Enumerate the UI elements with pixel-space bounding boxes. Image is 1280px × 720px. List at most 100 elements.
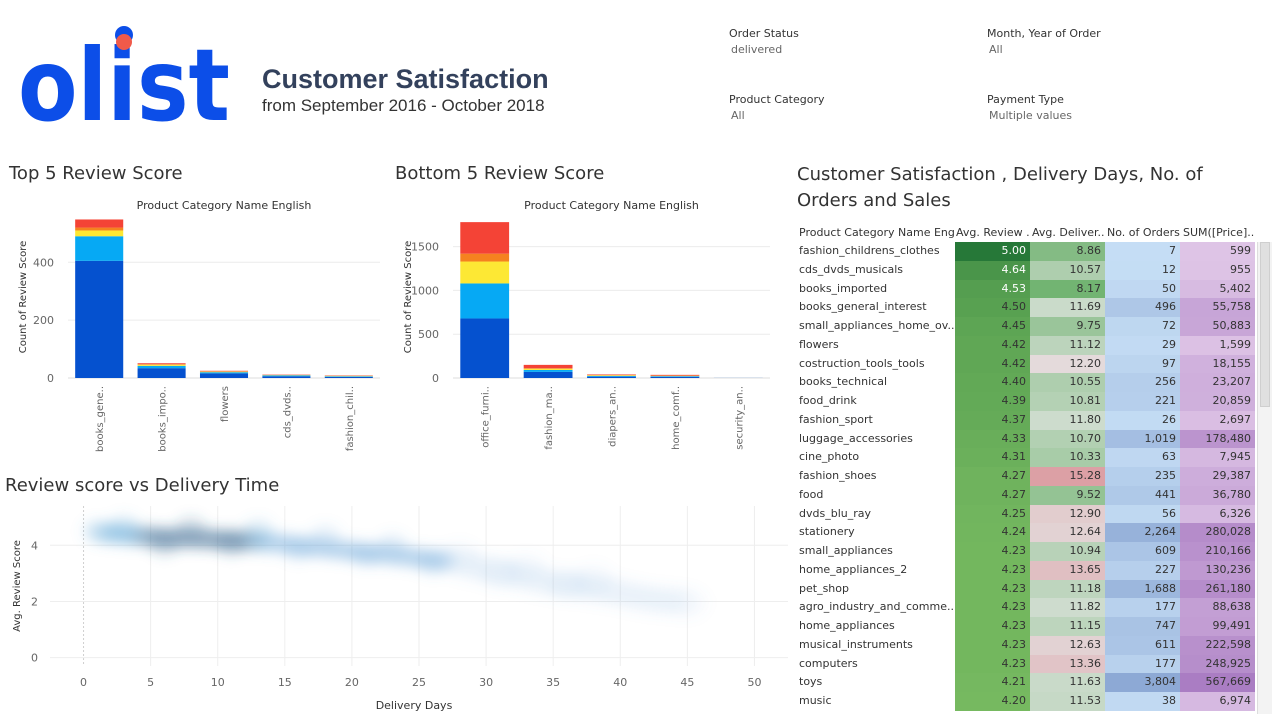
chart-title: Product Category Name English xyxy=(524,199,699,212)
cell-sales: 955 xyxy=(1180,260,1255,280)
x-tick-label: 25 xyxy=(412,676,426,689)
filter-value[interactable]: delivered xyxy=(729,43,799,56)
col-header-orders[interactable]: No. of Orders xyxy=(1107,226,1183,239)
cell-days: 11.15 xyxy=(1030,617,1105,636)
table-row[interactable]: costruction_tools_tools 4.42 12.20 97 18,155 xyxy=(797,354,1255,374)
table-row[interactable]: food 4.27 9.52 441 36,780 xyxy=(797,485,1255,505)
x-tick-label: fashion_chil.. xyxy=(345,386,356,451)
x-tick-label: 40 xyxy=(613,676,627,689)
table-row[interactable]: dvds_blu_ray 4.25 12.90 56 6,326 xyxy=(797,504,1255,524)
cell-orders: 3,804 xyxy=(1105,673,1180,692)
x-tick-label: books_impo.. xyxy=(158,386,169,452)
bar-segment xyxy=(587,374,636,375)
filter-payment-type[interactable]: Payment Type Multiple values xyxy=(987,93,1072,122)
table-row[interactable]: flowers 4.42 11.12 29 1,599 xyxy=(797,335,1255,355)
table-row[interactable]: fashion_sport 4.37 11.80 26 2,697 xyxy=(797,410,1255,430)
cell-score: 4.40 xyxy=(955,373,1030,392)
x-tick-label: office_furni.. xyxy=(481,386,492,448)
cell-orders: 747 xyxy=(1105,617,1180,636)
table-row[interactable]: books_imported 4.53 8.17 50 5,402 xyxy=(797,279,1255,299)
table-row[interactable]: home_appliances 4.23 11.15 747 99,491 xyxy=(797,617,1255,636)
table-row[interactable]: luggage_accessories 4.33 10.70 1,019 178,480 xyxy=(797,429,1255,449)
cell-sales: 280,028 xyxy=(1180,523,1255,542)
table-row[interactable]: home_appliances_2 4.23 13.65 227 130,236 xyxy=(797,560,1255,580)
bar-segment xyxy=(199,373,249,378)
y-tick-label: 2 xyxy=(31,595,38,608)
table-row[interactable]: agro_industry_and_comme.. 4.23 11.82 177 88,… xyxy=(797,598,1255,617)
table-row[interactable]: pet_shop 4.23 11.18 1,688 261,180 xyxy=(797,579,1255,599)
table-row[interactable]: musical_instruments 4.23 12.63 611 222,598 xyxy=(797,635,1255,655)
table-row[interactable]: toys 4.21 11.63 3,804 567,669 xyxy=(797,673,1255,692)
cell-days: 8.17 xyxy=(1030,279,1105,299)
bar-segment xyxy=(460,253,510,262)
cell-sales: 178,480 xyxy=(1180,429,1255,449)
bar-segment xyxy=(650,376,700,378)
bar-segment xyxy=(523,368,573,369)
table-row[interactable]: music 4.20 11.53 38 6,974 xyxy=(797,692,1255,711)
y-axis-title: Count of Review Score xyxy=(18,241,29,354)
table-row[interactable]: fashion_childrens_clothes 5.00 8.86 7 599 xyxy=(797,242,1255,261)
cell-orders: 496 xyxy=(1105,298,1180,317)
table-row[interactable]: stationery 4.24 12.64 2,264 280,028 xyxy=(797,523,1255,542)
filter-value[interactable]: All xyxy=(729,109,825,122)
olist-logo: olist xyxy=(18,26,230,128)
col-header-sales[interactable]: SUM([Price].. xyxy=(1183,226,1255,239)
filter-value[interactable]: All xyxy=(987,43,1101,56)
cell-sales: 599 xyxy=(1180,242,1255,261)
table-row[interactable]: books_general_interest 4.50 11.69 496 55,758 xyxy=(797,298,1255,317)
col-header-review[interactable]: Avg. Review .. xyxy=(956,226,1030,239)
cell-name: toys xyxy=(799,675,823,689)
bar-segment xyxy=(137,368,186,378)
cell-days: 11.80 xyxy=(1030,410,1105,430)
cell-sales: 248,925 xyxy=(1180,654,1255,674)
col-header-category[interactable]: Product Category Name Eng.. xyxy=(799,226,955,239)
filter-month-year[interactable]: Month, Year of Order All xyxy=(987,27,1101,56)
cell-name: pet_shop xyxy=(799,581,849,595)
scrollbar-thumb[interactable] xyxy=(1260,242,1270,407)
bar-segment xyxy=(75,260,124,378)
y-tick-label: 1500 xyxy=(411,241,439,254)
y-tick-label: 0 xyxy=(432,372,439,385)
table-row[interactable]: books_technical 4.40 10.55 256 23,207 xyxy=(797,373,1255,392)
bar-segment xyxy=(460,283,510,319)
scatter-point xyxy=(310,524,341,547)
filter-product-category[interactable]: Product Category All xyxy=(729,93,825,122)
cell-days: 9.75 xyxy=(1030,317,1105,336)
table-row[interactable]: small_appliances 4.23 10.94 609 210,166 xyxy=(797,542,1255,561)
filter-value[interactable]: Multiple values xyxy=(987,109,1072,122)
cell-sales: 6,326 xyxy=(1180,504,1255,524)
cell-days: 11.63 xyxy=(1030,673,1105,692)
cell-score: 4.33 xyxy=(955,429,1030,449)
cell-score: 4.27 xyxy=(955,467,1030,486)
table-row[interactable]: cine_photo 4.31 10.33 63 7,945 xyxy=(797,448,1255,467)
x-tick-label: security_an.. xyxy=(734,386,745,450)
cell-name: computers xyxy=(799,656,858,670)
filter-order-status[interactable]: Order Status delivered xyxy=(729,27,799,56)
table-row[interactable]: computers 4.23 13.36 177 248,925 xyxy=(797,654,1255,674)
col-header-delivery[interactable]: Avg. Deliver.. xyxy=(1032,226,1104,239)
bar-segment xyxy=(199,372,249,374)
cell-score: 4.23 xyxy=(955,654,1030,674)
y-tick-label: 0 xyxy=(31,652,38,665)
x-tick-label: flowers xyxy=(220,386,231,422)
cell-days: 11.12 xyxy=(1030,335,1105,355)
cell-orders: 227 xyxy=(1105,560,1180,580)
table-scrollbar[interactable] xyxy=(1257,242,1272,714)
cell-days: 15.28 xyxy=(1030,467,1105,486)
cell-orders: 7 xyxy=(1105,242,1180,261)
y-tick-label: 200 xyxy=(33,314,54,327)
bar-segment xyxy=(460,222,510,254)
cell-orders: 177 xyxy=(1105,654,1180,674)
cell-orders: 12 xyxy=(1105,260,1180,280)
cell-sales: 36,780 xyxy=(1180,485,1255,505)
table-row[interactable]: small_appliances_home_ov.. 4.45 9.75 72 50,8… xyxy=(797,317,1255,336)
table-row[interactable]: cds_dvds_musicals 4.64 10.57 12 955 xyxy=(797,260,1255,280)
cell-sales: 222,598 xyxy=(1180,635,1255,655)
cell-name: dvds_blu_ray xyxy=(799,506,871,520)
y-tick-label: 500 xyxy=(418,328,439,341)
cell-sales: 55,758 xyxy=(1180,298,1255,317)
table-row[interactable]: food_drink 4.39 10.81 221 20,859 xyxy=(797,392,1255,411)
bar-segment xyxy=(75,219,124,228)
bar-segment xyxy=(324,376,373,377)
table-row[interactable]: fashion_shoes 4.27 15.28 235 29,387 xyxy=(797,467,1255,486)
